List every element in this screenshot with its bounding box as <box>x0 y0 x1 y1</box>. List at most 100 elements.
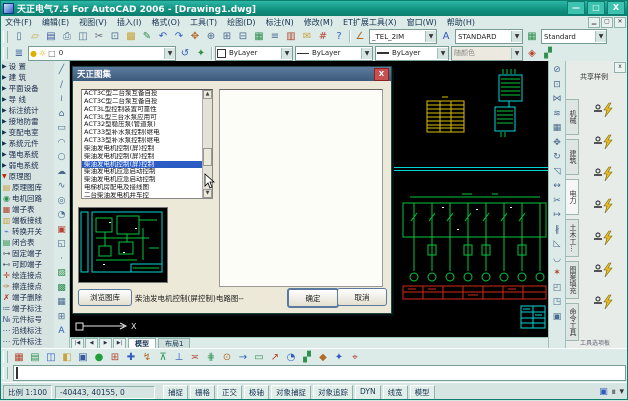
revision-cloud-icon[interactable]: ☁ <box>55 165 68 179</box>
status-toggle[interactable]: 捕捉 <box>163 385 188 400</box>
scroll-down-icon[interactable]: ▼ <box>203 189 212 198</box>
screen-menu-command[interactable]: ⋯ 沿线标注 <box>0 325 54 336</box>
screen-menu-group[interactable]: ▶ 建 筑 <box>0 72 54 83</box>
palette-tab[interactable]: 建筑 <box>566 139 579 175</box>
layer-combo[interactable]: ● ☼ □ 0 ▼ <box>28 46 176 61</box>
telec-grid-icon[interactable]: ⊞ <box>107 349 123 365</box>
telec-hatch-icon[interactable]: ▞ <box>299 349 315 365</box>
tool-palettes-icon[interactable]: ▥ <box>283 29 299 45</box>
layer-lock-icon[interactable]: □ <box>48 49 56 58</box>
screen-menu-command[interactable]: ⋯ 元件标注 <box>0 336 54 347</box>
chevron-down-icon[interactable]: ▼ <box>595 31 606 42</box>
electrical-symbol-1[interactable] <box>589 99 619 123</box>
line-icon[interactable]: ╱ <box>55 63 68 77</box>
help-icon[interactable]: ? <box>331 29 347 45</box>
telec-wiring-icon[interactable]: ▤ <box>27 349 43 365</box>
table-style-icon[interactable]: ▦ <box>524 29 540 45</box>
telec-spark-icon[interactable]: ✦ <box>331 349 347 365</box>
list-item[interactable]: ACT33型补水泵控制(继电 <box>82 129 203 137</box>
list-item[interactable]: 电梯机房配电及接线图 <box>82 184 203 192</box>
gradient-icon[interactable]: ▩ <box>55 281 68 295</box>
annotation-scale-icon[interactable]: ▣ <box>599 387 608 397</box>
telec-balance-icon[interactable]: ≍ <box>187 349 203 365</box>
undo-icon[interactable]: ↶ <box>155 29 171 45</box>
menu-item[interactable]: 修改(M) <box>299 17 338 28</box>
cut-icon[interactable]: ✂ <box>91 29 107 45</box>
properties-icon[interactable]: ≡ <box>267 29 283 45</box>
chevron-down-icon[interactable]: ▼ <box>437 48 448 59</box>
design-center-icon[interactable]: ▦ <box>251 29 267 45</box>
zoom-previous-icon[interactable]: ⊟ <box>235 29 251 45</box>
color-combo[interactable]: ByLayer ▼ <box>215 46 293 61</box>
list-item[interactable]: ACT3L型控制装置可靠性 <box>82 106 203 114</box>
pan-icon[interactable]: ✥ <box>187 29 203 45</box>
close-button[interactable]: X <box>607 1 625 15</box>
telec-circle-icon[interactable]: ● <box>91 349 107 365</box>
match-properties-icon[interactable]: ✎ <box>139 29 155 45</box>
markup-icon[interactable]: ✉ <box>299 29 315 45</box>
layer-manager-icon[interactable]: ≣ <box>11 45 27 61</box>
chevron-down-icon[interactable]: ▼ <box>361 48 372 59</box>
explode-icon[interactable]: ✶ <box>551 266 564 280</box>
dialog-close-button[interactable]: X <box>374 68 389 81</box>
make-block-icon[interactable]: ◱ <box>55 237 68 251</box>
status-toggle[interactable]: 对象捕捉 <box>271 385 311 400</box>
rotate-icon[interactable]: ↻ <box>551 150 564 164</box>
screen-menu-command[interactable]: ✛ 绘连接点 <box>0 270 54 281</box>
status-toggle[interactable]: 线宽 <box>383 385 408 400</box>
menu-item[interactable]: 文件(F) <box>0 17 37 28</box>
telec-diamond-icon[interactable]: ◆ <box>315 349 331 365</box>
copy-stack-icon-3[interactable]: ▣ <box>551 310 564 324</box>
menu-item[interactable]: 格式(O) <box>146 17 185 28</box>
plot-icon[interactable]: ⎙ <box>59 29 75 45</box>
menu-item[interactable]: 编辑(E) <box>37 17 74 28</box>
menu-item[interactable]: 视图(V) <box>74 17 112 28</box>
polyline-icon[interactable]: ≀ <box>55 92 68 106</box>
save-icon[interactable]: ▤ <box>43 29 59 45</box>
redo-icon[interactable]: ↷ <box>171 29 187 45</box>
telec-rect-icon[interactable]: ▭ <box>251 349 267 365</box>
layer-thaw-icon[interactable]: ☼ <box>39 49 46 58</box>
screen-menu-command[interactable]: ▤ 闭合表 <box>0 237 54 248</box>
electrical-symbol-5[interactable] <box>589 227 619 251</box>
hatch-icon[interactable]: ▨ <box>55 266 68 280</box>
lineweight-combo[interactable]: ByLayer ▼ <box>375 46 449 61</box>
arc-icon[interactable]: ◠ <box>55 136 68 150</box>
preview-thumbnail[interactable] <box>78 207 168 283</box>
telec-add-point-icon[interactable]: ✚ <box>123 349 139 365</box>
menu-item[interactable]: 插入(I) <box>112 17 147 28</box>
palette-tab[interactable]: 机械 <box>566 99 579 135</box>
dim-style-icon[interactable]: ∠ <box>352 29 368 45</box>
ok-button[interactable]: 确定 <box>287 288 339 308</box>
palette-tab[interactable]: 土木工… <box>566 219 579 257</box>
list-item[interactable]: ACT3C型二台泵互备自投 <box>82 98 203 106</box>
screen-menu-group[interactable]: ▶ 系统元件 <box>0 138 54 149</box>
construction-line-icon[interactable]: ∕ <box>55 78 68 92</box>
rectangle-icon[interactable]: ▭ <box>55 121 68 135</box>
calculator-icon[interactable]: # <box>315 29 331 45</box>
menu-item[interactable]: 窗口(W) <box>402 17 442 28</box>
screen-menu-command[interactable]: № 元件标号 <box>0 314 54 325</box>
copy-stack-icon-2[interactable]: ◳ <box>551 295 564 309</box>
status-toggle[interactable]: 正交 <box>217 385 242 400</box>
electrical-symbol-3[interactable] <box>589 163 619 187</box>
region-icon[interactable]: ▦ <box>55 295 68 309</box>
toolbar-grip[interactable] <box>3 351 8 363</box>
copy-icon[interactable]: ⊡ <box>107 29 123 45</box>
make-object-layer-icon[interactable]: ✦ <box>193 45 209 61</box>
array-icon[interactable]: ▦ <box>551 121 564 135</box>
status-toggle[interactable]: 栅格 <box>190 385 215 400</box>
text-style-combo[interactable]: STANDARD ▼ <box>455 29 523 44</box>
ellipse-icon[interactable]: ◎ <box>55 194 68 208</box>
palette-close-icon[interactable]: x <box>614 62 626 73</box>
new-icon[interactable]: ▯ <box>11 29 27 45</box>
paste-icon[interactable]: ▩ <box>123 29 139 45</box>
screen-menu-command[interactable]: ≔ 端子标注 <box>0 303 54 314</box>
telec-device-icon[interactable]: ◫ <box>43 349 59 365</box>
status-toggle[interactable]: DYN <box>355 385 381 400</box>
layer-previous-icon[interactable]: ↺ <box>177 45 193 61</box>
circle-icon[interactable]: ○ <box>55 150 68 164</box>
telec-arrow-icon[interactable]: → <box>235 349 251 365</box>
screen-menu-group[interactable]: ▶ 强电系统 <box>0 149 54 160</box>
fillet-icon[interactable]: ◡ <box>551 252 564 266</box>
